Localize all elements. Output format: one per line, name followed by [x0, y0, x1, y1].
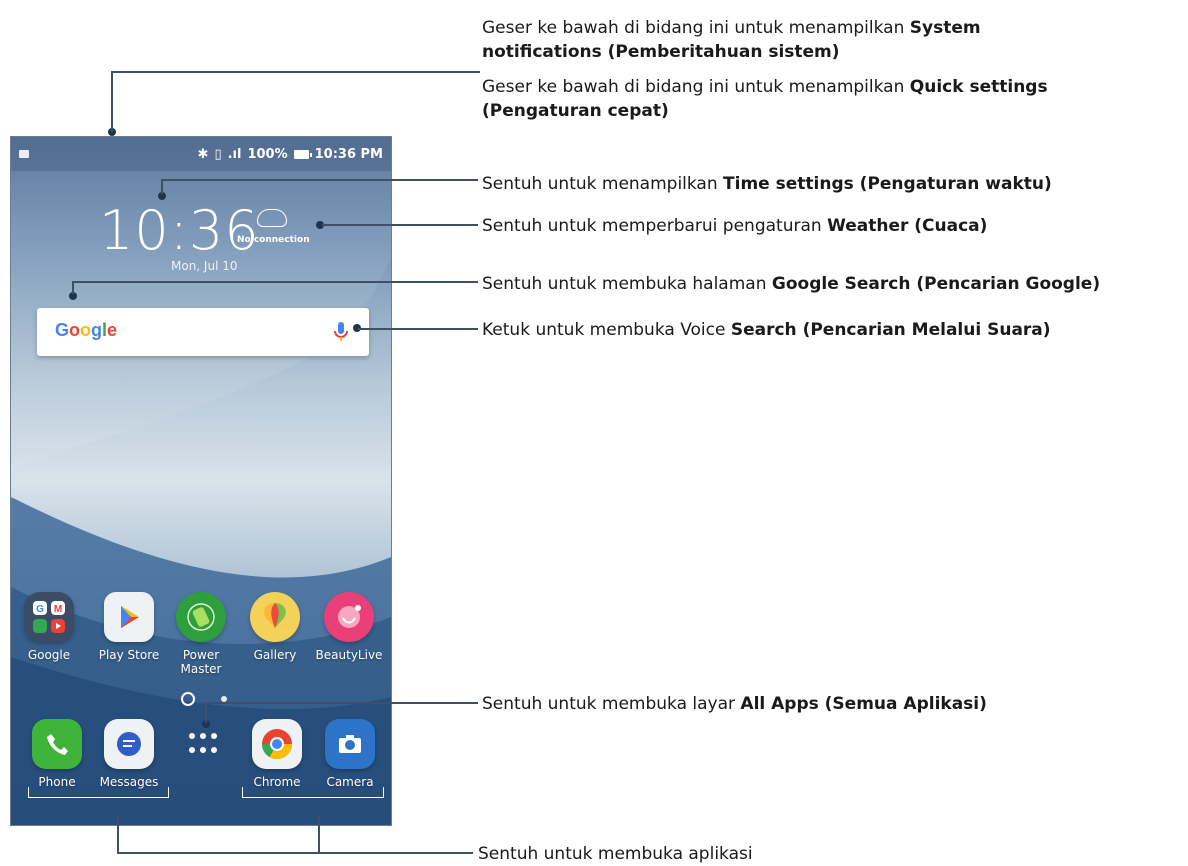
- callout-line-dock-right-v: [318, 815, 320, 853]
- note-voice-search: Ketuk untuk membuka Voice Search (Pencar…: [482, 318, 1051, 342]
- dock-app-messages[interactable]: Messages: [93, 719, 165, 789]
- google-logo: Google: [55, 320, 118, 340]
- note-time-bold: Time settings (Pengaturan waktu): [723, 174, 1052, 194]
- callout-line-dock-left-v: [117, 815, 119, 853]
- google-search-bar[interactable]: Google: [37, 308, 369, 356]
- app-label-google: Google: [27, 648, 71, 662]
- note-voice-bold: Search (Pencarian Melalui Suara): [730, 320, 1051, 340]
- callout-line-statusbar-v: [111, 72, 113, 132]
- note-google-text: Sentuh untuk membuka halaman: [482, 274, 767, 294]
- status-bar[interactable]: ✱ ▯ .ıl 100% 10:36 PM: [11, 137, 391, 171]
- beautylive-icon: [324, 592, 374, 642]
- app-label-play-store: Play Store: [98, 648, 160, 662]
- app-google[interactable]: G M Google: [13, 592, 85, 662]
- callout-line-dock-h: [117, 852, 473, 854]
- note-notifications-bold: System: [909, 18, 981, 38]
- note-quick-settings: Geser ke bawah di bidang ini untuk menam…: [482, 75, 1048, 123]
- app-gallery[interactable]: Gallery: [239, 592, 311, 662]
- app-play-store[interactable]: Play Store: [93, 592, 165, 662]
- camera-icon: [325, 719, 375, 769]
- note-quick-text: Geser ke bawah di bidang ini untuk menam…: [482, 77, 905, 97]
- weather-status[interactable]: No connection: [237, 235, 310, 245]
- phone-icon: [32, 719, 82, 769]
- dock-app-camera[interactable]: Camera: [314, 719, 386, 789]
- note-allapps-text: Sentuh untuk membuka layar: [482, 694, 735, 714]
- gallery-icon: [250, 592, 300, 642]
- clock-time[interactable]: 10:36: [99, 199, 260, 262]
- power-master-icon: [176, 592, 226, 642]
- note-open-apps: Sentuh untuk membuka aplikasi: [478, 844, 753, 864]
- app-label-gallery: Gallery: [253, 648, 297, 662]
- status-indicators: ✱ ▯ .ıl 100% 10:36 PM: [198, 147, 383, 162]
- note-notifications-text: Geser ke bawah di bidang ini untuk menam…: [482, 18, 905, 38]
- svg-text:G: G: [36, 604, 44, 615]
- app-power-master[interactable]: Power Master: [165, 592, 237, 676]
- image-notification-icon: [19, 150, 29, 158]
- clock-date[interactable]: Mon, Jul 10: [171, 259, 238, 273]
- phone-screen: ✱ ▯ .ıl 100% 10:36 PM 10:36 Mon, Jul 10 …: [10, 136, 392, 826]
- page-dot-active[interactable]: [181, 692, 195, 706]
- note-weather-bold: Weather (Cuaca): [827, 216, 988, 236]
- dock-app-chrome[interactable]: Chrome: [241, 719, 313, 789]
- callout-line-statusbar-h: [111, 71, 480, 73]
- battery-percent: 100%: [247, 146, 288, 162]
- messages-icon: [104, 719, 154, 769]
- note-notifications: Geser ke bawah di bidang ini untuk menam…: [482, 16, 981, 64]
- play-store-icon: [104, 592, 154, 642]
- svg-text:M: M: [54, 604, 62, 615]
- note-voice-text: Ketuk untuk membuka Voice: [482, 320, 726, 340]
- note-time-text: Sentuh untuk menampilkan: [482, 174, 718, 194]
- note-quick-bold: Quick settings: [909, 77, 1048, 97]
- callout-line-voice-h: [358, 328, 478, 330]
- dock-app-phone[interactable]: Phone: [21, 719, 93, 789]
- callout-line-time-h: [161, 179, 478, 181]
- callout-line-allapps-v: [205, 703, 207, 723]
- callout-line-google-v: [72, 282, 74, 294]
- note-notifications-bold-line2: notifications (Pemberitahuan sistem): [482, 42, 840, 62]
- note-google-bold: Google Search (Pencarian Google): [771, 274, 1101, 294]
- note-weather-text: Sentuh untuk memperbarui pengaturan: [482, 216, 822, 236]
- note-quick-bold-line2: (Pengaturan cepat): [482, 101, 669, 121]
- callout-line-time-v: [161, 180, 163, 194]
- cloud-icon[interactable]: [257, 209, 287, 227]
- note-all-apps: Sentuh untuk membuka layar All Apps (Sem…: [482, 692, 987, 716]
- vibrate-icon: ▯: [214, 146, 222, 162]
- callout-line-allapps-h: [205, 702, 478, 704]
- chrome-icon: [252, 719, 302, 769]
- note-weather: Sentuh untuk memperbarui pengaturan Weat…: [482, 214, 987, 238]
- status-time: 10:36 PM: [314, 146, 383, 162]
- google-folder-icon: G M: [24, 592, 74, 642]
- note-time-settings: Sentuh untuk menampilkan Time settings (…: [482, 172, 1052, 196]
- note-google-search: Sentuh untuk membuka halaman Google Sear…: [482, 272, 1100, 296]
- app-label-beautylive: BeautyLive: [315, 648, 383, 662]
- callout-line-weather-h: [322, 224, 478, 226]
- app-label-power-master: Power Master: [180, 648, 222, 676]
- dock-bracket-left: [28, 787, 169, 798]
- app-beautylive[interactable]: BeautyLive: [313, 592, 385, 662]
- battery-icon: [293, 149, 312, 159]
- dock-bracket-right: [242, 787, 384, 798]
- note-allapps-bold: All Apps (Semua Aplikasi): [740, 694, 987, 714]
- mic-icon[interactable]: [329, 320, 353, 344]
- callout-line-google-h: [72, 281, 478, 283]
- signal-icon: .ıl: [227, 146, 242, 162]
- bluetooth-icon: ✱: [197, 146, 209, 162]
